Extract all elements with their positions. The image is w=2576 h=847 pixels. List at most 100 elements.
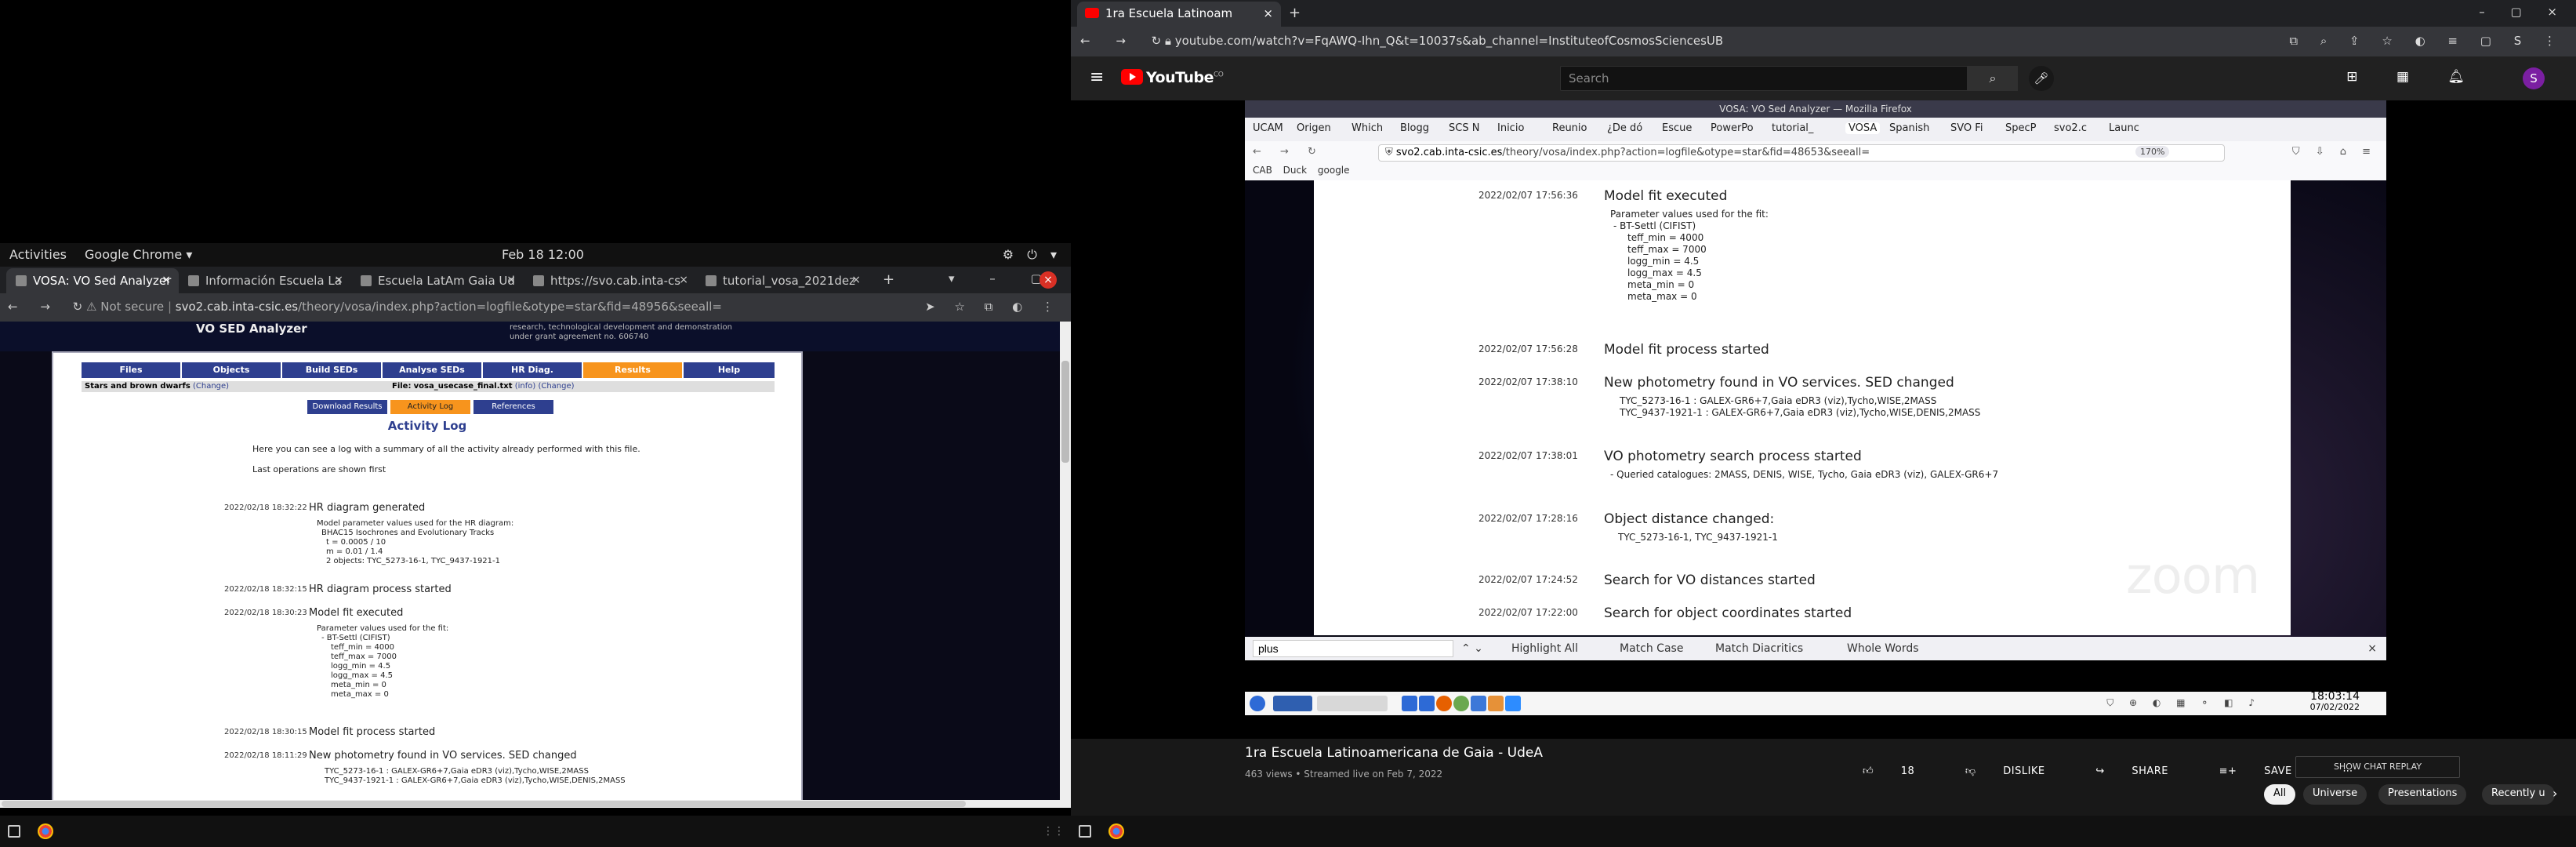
firefox-tab[interactable]: Spanish: [1889, 122, 1929, 134]
nav-objects[interactable]: Objects: [182, 362, 281, 378]
chrome-icon[interactable]: [38, 823, 53, 839]
chrome-icon[interactable]: [1108, 823, 1124, 839]
firefox-tab[interactable]: Reunio: [1552, 122, 1587, 134]
firefox-tab[interactable]: ¿De dó: [1607, 122, 1642, 134]
tab-youtube[interactable]: 1ra Escuela Latinoam ×: [1077, 2, 1281, 27]
show-desktop-icon[interactable]: [1079, 825, 1091, 838]
app-menu[interactable]: Google Chrome ▾: [85, 247, 192, 262]
nav-help[interactable]: Help: [684, 362, 775, 378]
nav-build-seds[interactable]: Build SEDs: [282, 362, 381, 378]
firefox-tab[interactable]: tutorial_: [1772, 122, 1813, 134]
task-button[interactable]: [1273, 696, 1312, 711]
address-bar[interactable]: ⚠ Not secure | svo2.cab.inta-csic.es/the…: [86, 300, 722, 314]
tab-svo[interactable]: https://svo.cab.inta-cs ×: [524, 268, 696, 293]
youtube-logo[interactable]: YouTubeCO: [1121, 69, 1224, 86]
chrome-icon[interactable]: [1453, 696, 1469, 711]
toolbar-icons[interactable]: ➤ ☆ ⧉ ◐ ⋮: [925, 300, 1061, 314]
horizontal-scrollbar[interactable]: [0, 800, 1060, 808]
highlight-all-option[interactable]: Highlight All: [1511, 642, 1578, 655]
header-icons[interactable]: ⊞ ▦ 🔔︎: [2346, 69, 2482, 85]
vertical-scrollbar[interactable]: [1060, 322, 1071, 808]
firefox-icon[interactable]: [1436, 696, 1452, 711]
firefox-tab[interactable]: Launc: [2109, 122, 2139, 134]
firefox-tab[interactable]: Escue: [1662, 122, 1692, 134]
close-icon[interactable]: ×: [334, 274, 343, 286]
nav-files[interactable]: Files: [82, 362, 180, 378]
like-button[interactable]: 👍︎ 18: [1863, 765, 1938, 777]
new-tab-button[interactable]: +: [883, 271, 894, 288]
firefox-tab[interactable]: PowerPo: [1711, 122, 1754, 134]
firefox-tab[interactable]: VOSA: [1845, 122, 1881, 134]
firefox-tab[interactable]: SCS N: [1449, 122, 1479, 134]
bookmark-cab[interactable]: CAB: [1253, 165, 1272, 176]
close-window-icon[interactable]: ×: [1039, 271, 1057, 289]
nav-results[interactable]: Results: [583, 362, 682, 378]
sub-download-results[interactable]: Download Results: [307, 400, 387, 414]
system-tray[interactable]: ⚙ ⏻ ▾: [1003, 247, 1061, 263]
show-desktop-icon[interactable]: [8, 825, 20, 838]
files-icon[interactable]: [1471, 696, 1486, 711]
change-type-link[interactable]: (Change): [193, 382, 229, 391]
mic-icon[interactable]: 🎤︎: [2029, 66, 2054, 91]
activities-button[interactable]: Activities: [9, 247, 67, 262]
whole-words-option[interactable]: Whole Words: [1847, 642, 1919, 655]
fedora-icon[interactable]: [1250, 696, 1265, 711]
nav-hr-diag[interactable]: HR Diag.: [483, 362, 582, 378]
sub-activity-log[interactable]: Activity Log: [390, 400, 470, 414]
bookmark-google[interactable]: google: [1318, 165, 1350, 176]
firefox-address-bar[interactable]: ⛨ svo2.cab.inta-csic.es/theory/vosa/inde…: [1378, 144, 2225, 162]
app-icon[interactable]: [1402, 696, 1417, 711]
search-button[interactable]: ⌕: [1968, 66, 2018, 91]
firefox-toolbar-icons[interactable]: ⛉ ⇩ ⌂ ≡: [2292, 146, 2377, 158]
close-icon[interactable]: ×: [161, 274, 171, 286]
scrollbar-thumb[interactable]: [1061, 361, 1069, 463]
share-button[interactable]: ↪ SHARE: [2095, 765, 2192, 777]
bookmark-duck[interactable]: Duck: [1283, 165, 1307, 176]
nav-analyse-seds[interactable]: Analyse SEDs: [383, 362, 481, 378]
close-icon[interactable]: ×: [679, 274, 688, 286]
zoom-level[interactable]: 170%: [2135, 146, 2170, 158]
hamburger-menu-icon[interactable]: ≡: [1090, 67, 1104, 87]
firefox-tab[interactable]: Inicio: [1497, 122, 1524, 134]
match-diacritics-option[interactable]: Match Diacritics: [1715, 642, 1803, 655]
window-controls[interactable]: – ▢ ×: [2479, 5, 2568, 19]
address-bar[interactable]: 🔒︎ youtube.com/watch?v=FqAWQ-Ihn_Q&t=100…: [1165, 34, 1723, 48]
chip-presentations[interactable]: Presentations: [2378, 784, 2467, 805]
chevron-right-icon[interactable]: ›: [2552, 786, 2557, 801]
chip-recently[interactable]: Recently u: [2482, 784, 2555, 805]
find-prev-next[interactable]: ⌃ ⌄: [1461, 642, 1483, 655]
file-links[interactable]: (info) (Change): [515, 382, 575, 391]
new-tab-button[interactable]: +: [1289, 5, 1301, 21]
scrollbar-thumb[interactable]: [2, 801, 966, 807]
close-find-icon[interactable]: ×: [2367, 642, 2377, 655]
chip-all[interactable]: All: [2264, 784, 2296, 805]
firefox-tab[interactable]: Blogg: [1400, 122, 1429, 134]
firefox-tab[interactable]: svo2.c: [2054, 122, 2087, 134]
close-icon[interactable]: ×: [1263, 6, 1273, 20]
close-icon[interactable]: ×: [506, 274, 516, 286]
match-case-option[interactable]: Match Case: [1620, 642, 1683, 655]
zoom-app-icon[interactable]: [1505, 696, 1521, 711]
dislike-button[interactable]: 👎︎ DISLIKE: [1965, 765, 2069, 777]
chip-universe[interactable]: Universe: [2303, 784, 2367, 805]
video-player[interactable]: VOSA: VO Sed Analyzer — Mozilla Firefox …: [1071, 100, 2576, 739]
firefox-tab[interactable]: UCAM: [1253, 122, 1283, 134]
toolbar-icons[interactable]: ⧉ ⌕ ⇪ ☆ ◐ ≡ ▢ S ⋮: [2289, 34, 2565, 48]
tab-tutorial[interactable]: tutorial_vosa_2021dez ×: [696, 268, 869, 293]
search-input[interactable]: Search: [1560, 66, 1968, 91]
clock[interactable]: Feb 18 12:00: [502, 247, 584, 262]
firefox-tab[interactable]: Origen: [1297, 122, 1331, 134]
nav-buttons[interactable]: ← → ↻: [1253, 146, 1324, 158]
firefox-tab[interactable]: Which: [1351, 122, 1383, 134]
task-button[interactable]: [1317, 696, 1388, 711]
tab-info[interactable]: Información Escuela La ×: [179, 268, 351, 293]
firefox-tab[interactable]: SpecP: [2005, 122, 2037, 134]
close-icon[interactable]: ×: [851, 274, 861, 286]
app-icon[interactable]: [1488, 696, 1504, 711]
show-chat-replay-button[interactable]: SHOW CHAT REPLAY: [2295, 756, 2460, 778]
sub-references[interactable]: References: [473, 400, 553, 414]
apps-grid-icon[interactable]: ⋮⋮: [1043, 825, 1065, 838]
tab-escuela[interactable]: Escuela LatAm Gaia Ud ×: [351, 268, 524, 293]
app-icon[interactable]: [1419, 696, 1435, 711]
avatar[interactable]: S: [2523, 67, 2545, 89]
